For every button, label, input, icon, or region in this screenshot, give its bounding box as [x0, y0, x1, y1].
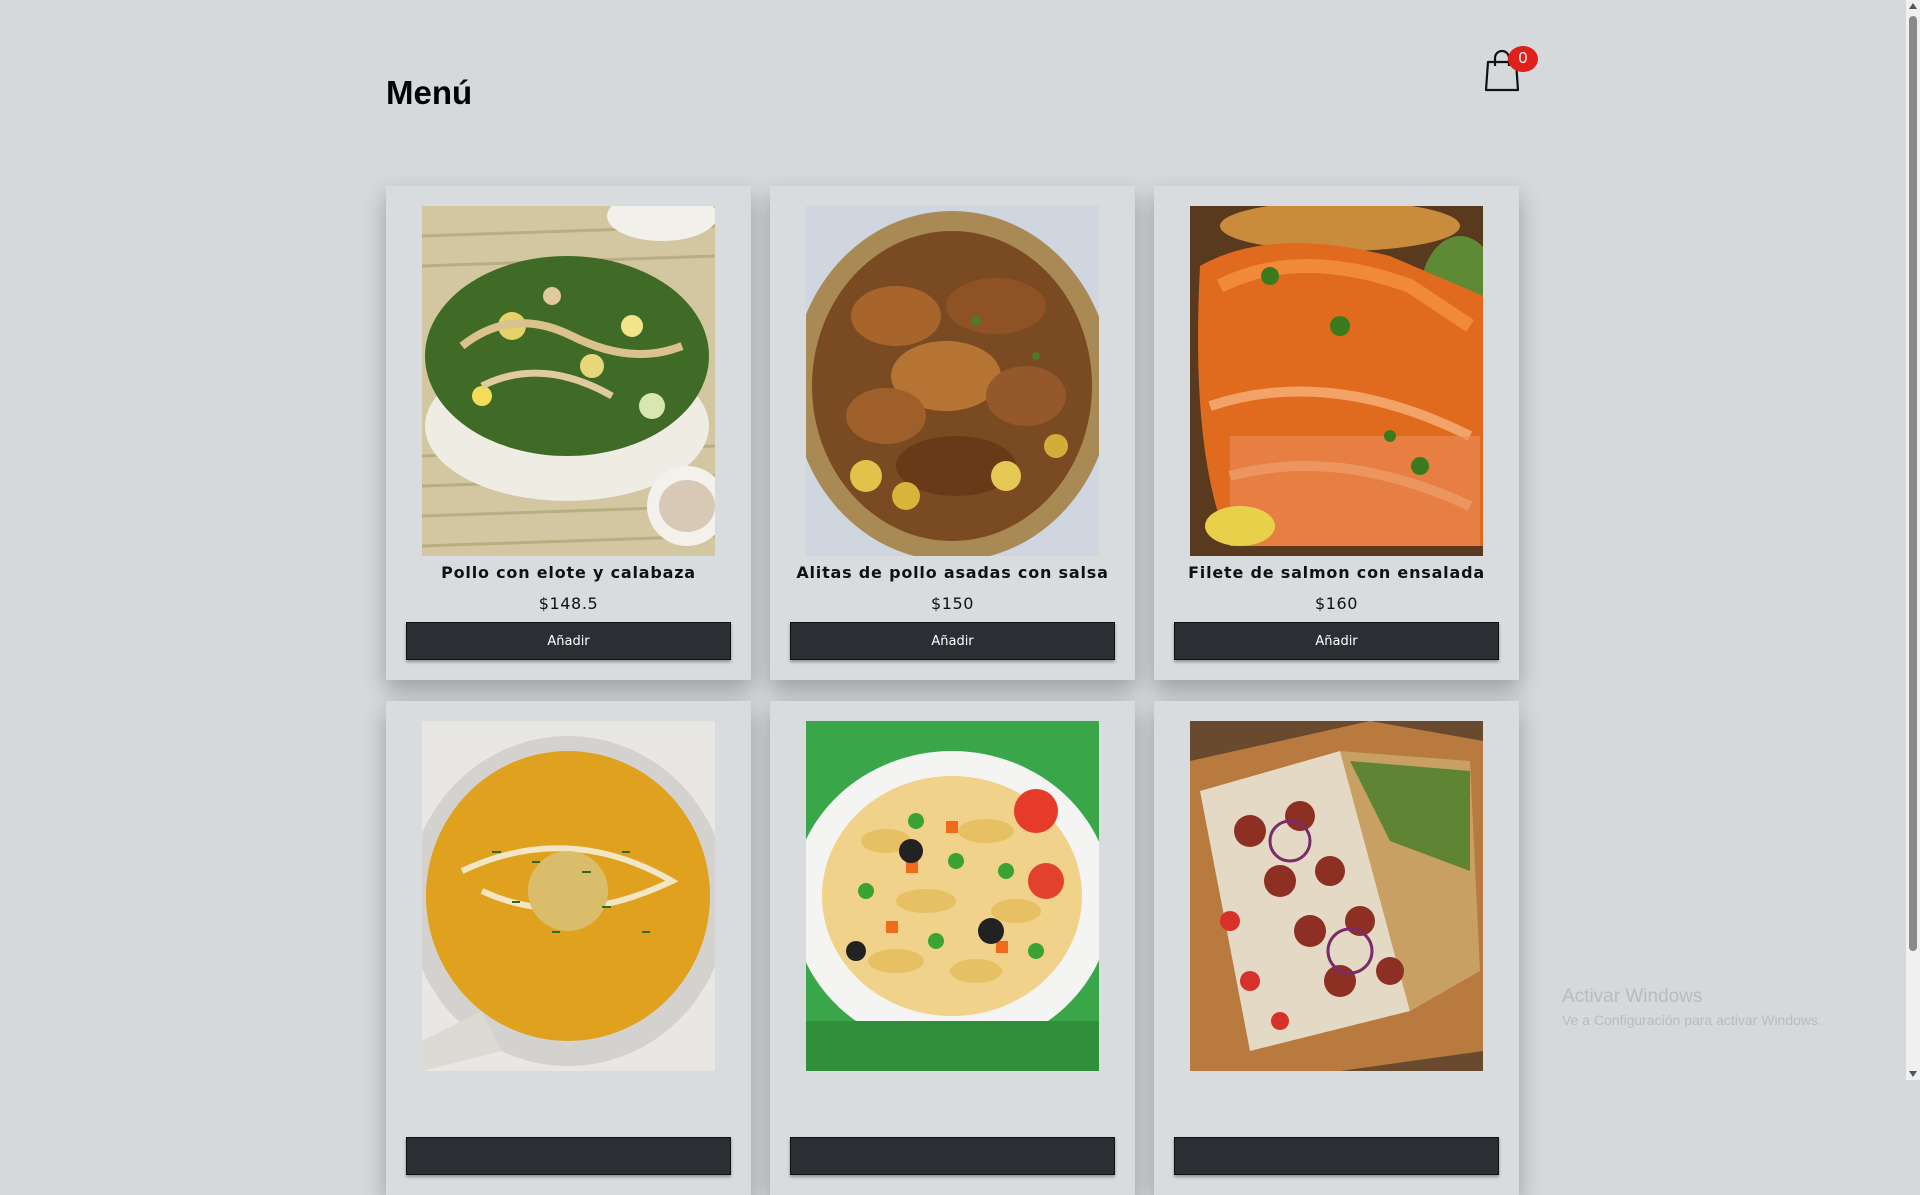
- product-image: [422, 721, 715, 1071]
- product-card: Alitas de pollo asadas con salsa $150 Añ…: [770, 186, 1135, 680]
- product-price: $160: [1314, 594, 1359, 613]
- watermark-subtitle: Ve a Configuración para activar Windows.: [1562, 1012, 1822, 1028]
- scroll-up-arrow-icon[interactable]: [1909, 3, 1917, 9]
- product-card: [1154, 701, 1519, 1195]
- product-price: $148.5: [538, 594, 599, 613]
- product-image: [806, 721, 1099, 1071]
- product-name: Alitas de pollo asadas con salsa: [796, 563, 1109, 582]
- product-image: [1190, 206, 1483, 556]
- add-to-cart-button[interactable]: [790, 1137, 1115, 1175]
- add-to-cart-button[interactable]: Añadir: [1174, 622, 1499, 660]
- menu-page: Menú 0 Pollo con elote y calabaza $148.5…: [0, 0, 1906, 1195]
- product-card: Pollo con elote y calabaza $148.5 Añadir: [386, 186, 751, 680]
- product-name: Filete de salmon con ensalada: [1188, 563, 1485, 582]
- scroll-down-arrow-icon[interactable]: [1909, 1071, 1917, 1077]
- page-title: Menú: [386, 74, 473, 111]
- product-card: Filete de salmon con ensalada $160 Añadi…: [1154, 186, 1519, 680]
- cart-count-badge: 0: [1508, 46, 1538, 72]
- product-image: [806, 206, 1099, 556]
- add-to-cart-button[interactable]: Añadir: [406, 622, 731, 660]
- product-image: [1190, 721, 1483, 1071]
- windows-activation-watermark: Activar Windows Ve a Configuración para …: [1562, 986, 1822, 1028]
- add-to-cart-button[interactable]: [406, 1137, 731, 1175]
- watermark-title: Activar Windows: [1562, 986, 1703, 1007]
- product-name: Pollo con elote y calabaza: [441, 563, 696, 582]
- product-card: [770, 701, 1135, 1195]
- product-image: [422, 206, 715, 556]
- product-price: $150: [930, 594, 975, 613]
- cart-button[interactable]: 0: [1478, 44, 1542, 94]
- scrollbar-thumb[interactable]: [1909, 16, 1917, 951]
- vertical-scrollbar[interactable]: [1906, 0, 1920, 1080]
- add-to-cart-button[interactable]: Añadir: [790, 622, 1115, 660]
- product-card: [386, 701, 751, 1195]
- add-to-cart-button[interactable]: [1174, 1137, 1499, 1175]
